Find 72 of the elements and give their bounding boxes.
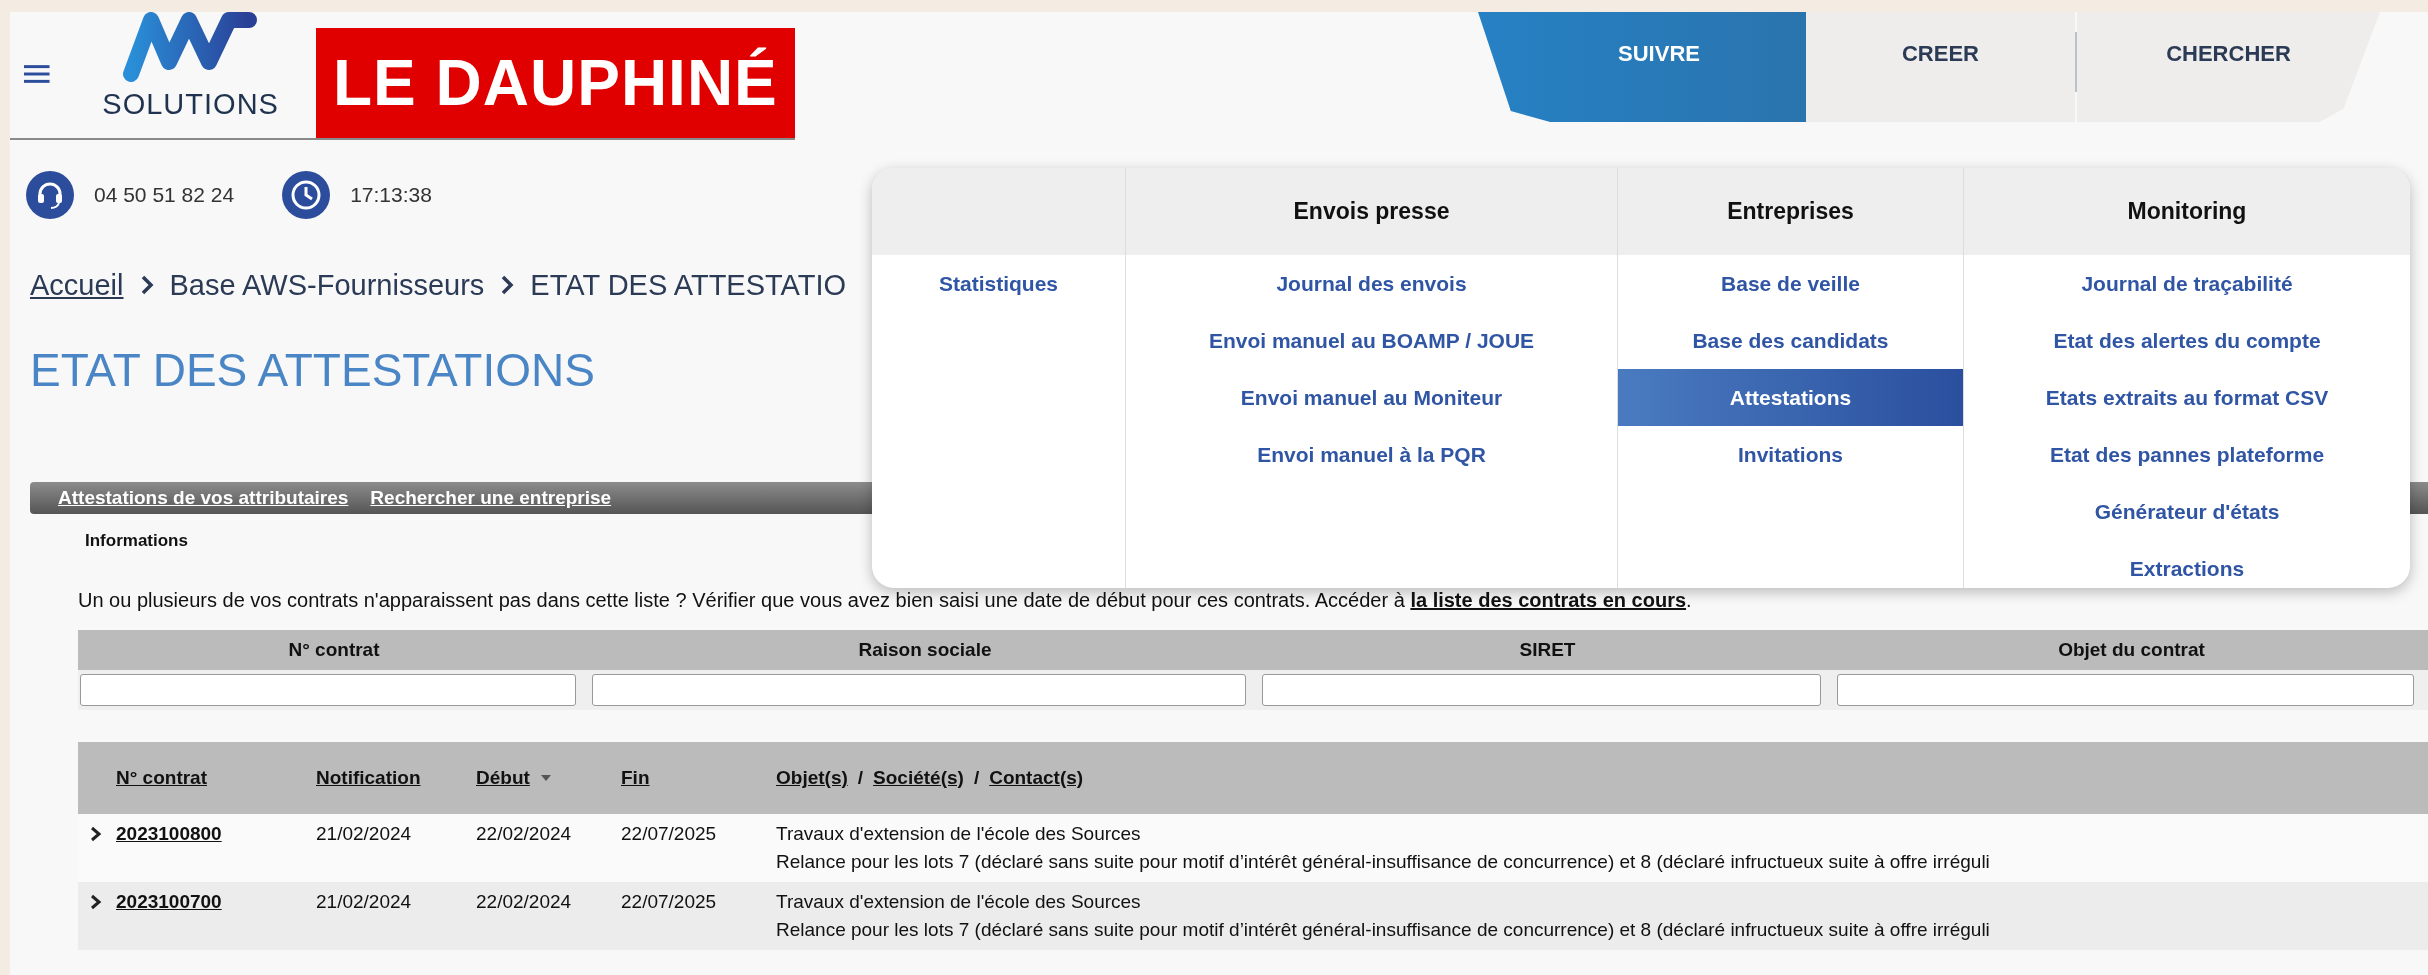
table-cell-text: Travaux d'extension de l'école des Sources: [776, 890, 1142, 914]
contract-link[interactable]: 2023100700: [116, 891, 222, 912]
table-row[interactable]: [78, 882, 2428, 950]
column-header: Raison sociale: [590, 630, 1260, 670]
separator-text: /: [973, 767, 980, 789]
filter-field[interactable]: [80, 674, 576, 706]
table-cell-text: Travaux d'extension de l'école des Sources: [776, 822, 1142, 846]
menu-item[interactable]: Envoi manuel à la PQR: [1126, 426, 1617, 483]
chevron-right-icon: [500, 275, 515, 295]
breadcrumb-item: ETAT DES ATTESTATIO: [530, 268, 847, 302]
contracts-link[interactable]: la liste des contrats en cours: [1410, 589, 1687, 611]
menu-item[interactable]: Base des candidats: [1618, 312, 1963, 369]
chevron-right-icon[interactable]: [90, 826, 102, 842]
separator-text: /: [857, 767, 864, 789]
menu-item[interactable]: Journal de traçabilité: [1964, 255, 2410, 312]
filter-field[interactable]: [1837, 674, 2414, 706]
breadcrumb-link[interactable]: Accueil: [30, 268, 124, 302]
subnav-link[interactable]: Rechercher une entreprise: [370, 487, 612, 509]
menu-item[interactable]: Générateur d'états: [1964, 483, 2410, 540]
menu-item[interactable]: Extractions: [1964, 540, 2410, 588]
phone-number: 04 50 51 82 24: [94, 183, 235, 207]
menu-item[interactable]: Etat des alertes du compte: [1964, 312, 2410, 369]
column-sort-link[interactable]: Objet(s): [776, 767, 848, 789]
menu-icon[interactable]: [24, 64, 50, 84]
table-cell-text: Relance pour les lots 7 (déclaré sans suite pour motif d’intérêt général-insuffisance de concurrence) et 8 (déclaré infructueux suite à offre irréguli: [776, 918, 1991, 942]
column-header: Objet du contrat: [1835, 630, 2428, 670]
table-cell-text: 21/02/2024: [316, 890, 413, 914]
nav-tab[interactable]: CHERCHER: [2077, 12, 2380, 122]
partner-logo: LE DAUPHINÉ: [315, 28, 795, 138]
menu-item[interactable]: Attestations: [1618, 369, 1963, 426]
column-sort-link[interactable]: N° contrat: [116, 767, 207, 789]
menu-item[interactable]: Statistiques: [872, 255, 1125, 312]
table-cell-text: 21/02/2024: [316, 822, 413, 846]
logo-text: SOLUTIONS: [102, 88, 279, 121]
headset-icon: [26, 171, 74, 219]
table-cell-text: 22/07/2025: [621, 890, 718, 914]
table-cell-text: Relance pour les lots 7 (déclaré sans suite pour motif d’intérêt général-insuffisance de concurrence) et 8 (déclaré infructueux suite à offre irréguli: [776, 850, 1991, 874]
column-header: SIRET: [1260, 630, 1835, 670]
column-header: N° contrat: [78, 630, 590, 670]
filter-field[interactable]: [1262, 674, 1821, 706]
menu-item[interactable]: Envoi manuel au Moniteur: [1126, 369, 1617, 426]
page-title: ETAT DES ATTESTATIONS: [30, 345, 596, 395]
menu-heading: Envois presse: [1126, 168, 1617, 255]
table-cell-text: 22/02/2024: [476, 890, 573, 914]
column-sort-link[interactable]: Société(s): [873, 767, 964, 789]
column-sort-link[interactable]: Contact(s): [989, 767, 1084, 789]
menu-item[interactable]: Etats extraits au format CSV: [1964, 369, 2410, 426]
nav-tab[interactable]: SUIVRE: [1478, 12, 1806, 122]
menu-item[interactable]: Envoi manuel au BOAMP / JOUE: [1126, 312, 1617, 369]
sort-caret-icon[interactable]: [539, 774, 552, 782]
nav-tab[interactable]: CREER: [1806, 12, 2075, 122]
chevron-right-icon: [139, 275, 154, 295]
chevron-right-icon[interactable]: [90, 894, 102, 910]
menu-heading: Entreprises: [1618, 168, 1963, 255]
section-label: Informations: [85, 530, 189, 552]
notice-text: Un ou plusieurs de vos contrats n'apparaissent pas dans cette liste ? Vérifier que vous avez bien saisi une date de début pour ces contrats. Accéder à la liste des contrats en cours.: [78, 588, 1693, 612]
menu-item[interactable]: Etat des pannes plateforme: [1964, 426, 2410, 483]
table-cell-text: 22/02/2024: [476, 822, 573, 846]
menu-item[interactable]: Invitations: [1618, 426, 1963, 483]
column-sort-link[interactable]: Notification: [316, 767, 421, 789]
filter-field[interactable]: [592, 674, 1246, 706]
clock-icon: [282, 171, 331, 219]
menu-heading: Monitoring: [1964, 168, 2410, 255]
contract-link[interactable]: 2023100800: [116, 823, 222, 844]
column-sort-link[interactable]: Fin: [621, 767, 650, 789]
clock-time: 17:13:38: [350, 183, 432, 207]
column-sort-link[interactable]: Début: [476, 767, 530, 789]
breadcrumb-item: Base AWS-Fournisseurs: [169, 268, 485, 302]
menu-item[interactable]: Journal des envois: [1126, 255, 1617, 312]
menu-item[interactable]: Base de veille: [1618, 255, 1963, 312]
subnav-link[interactable]: Attestations de vos attributaires: [58, 487, 349, 509]
table-cell-text: 22/07/2025: [621, 822, 718, 846]
